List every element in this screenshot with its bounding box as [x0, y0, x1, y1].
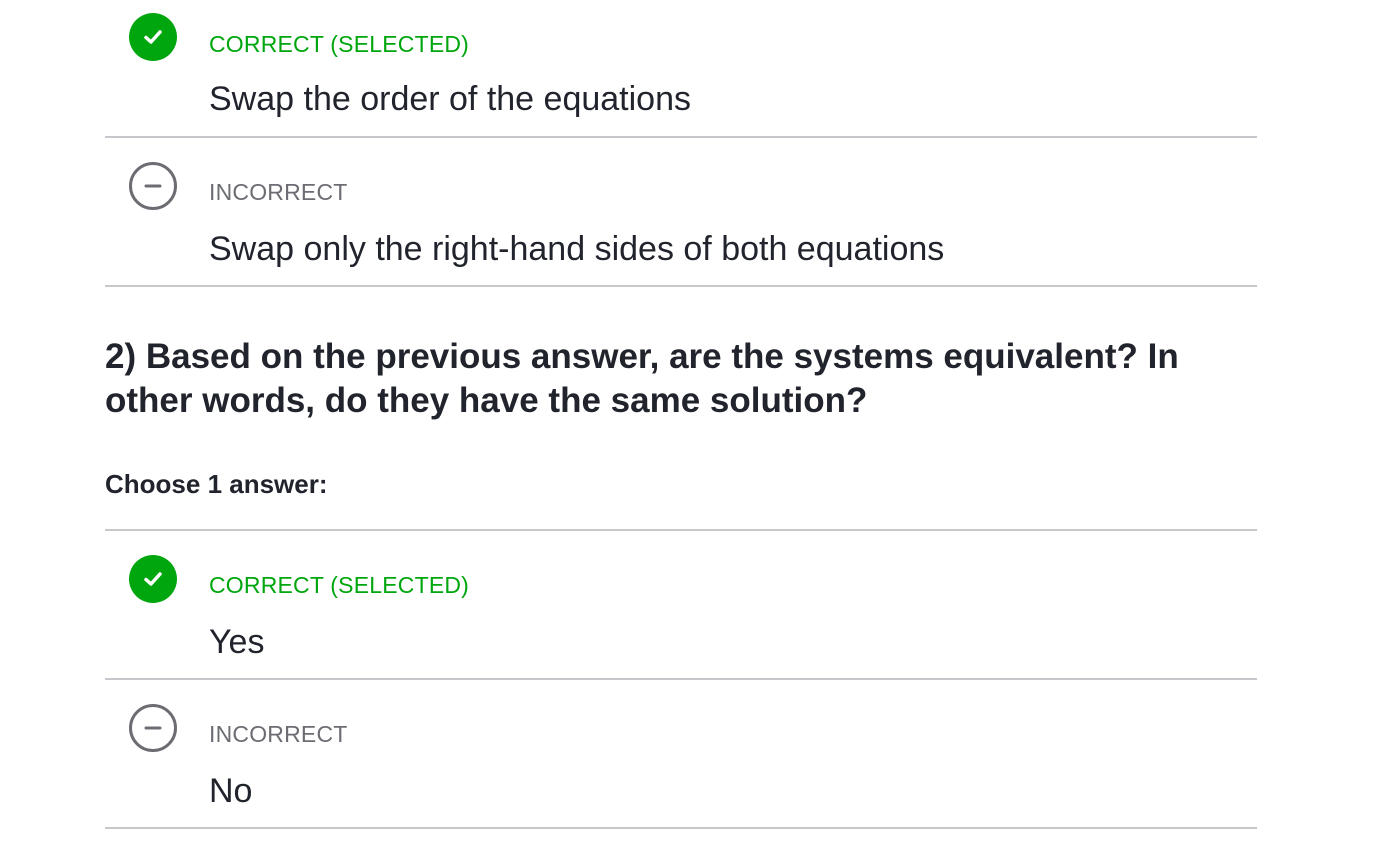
- minus-circle-icon: [129, 162, 177, 210]
- choice-text: Yes: [209, 623, 265, 661]
- choice-text: No: [209, 772, 253, 810]
- choice-swap-order[interactable]: CORRECT (SELECTED) Swap the order of the…: [105, 0, 1257, 138]
- choose-instruction: Choose 1 answer:: [105, 433, 1257, 531]
- choice-status-label: CORRECT (SELECTED): [209, 572, 470, 598]
- choice-no[interactable]: INCORRECT No: [105, 680, 1257, 829]
- minus-circle-icon: [129, 704, 177, 752]
- checkmark-icon: [129, 13, 177, 61]
- question-prompt: 2) Based on the previous answer, are the…: [105, 337, 1179, 420]
- choice-status-label: INCORRECT: [209, 721, 348, 747]
- checkmark-icon: [129, 555, 177, 603]
- choice-yes[interactable]: CORRECT (SELECTED) Yes: [105, 531, 1257, 680]
- choice-swap-right-hand-sides[interactable]: INCORRECT Swap only the right-hand sides…: [105, 138, 1257, 287]
- choice-text: Swap only the right-hand sides of both e…: [209, 230, 945, 268]
- quiz-content: CORRECT (SELECTED) Swap the order of the…: [105, 0, 1257, 829]
- choice-text: Swap the order of the equations: [209, 80, 691, 118]
- choice-status-label: INCORRECT: [209, 179, 348, 205]
- quiz-review-page: CORRECT (SELECTED) Swap the order of the…: [0, 0, 1400, 844]
- choice-status-label: CORRECT (SELECTED): [209, 31, 470, 57]
